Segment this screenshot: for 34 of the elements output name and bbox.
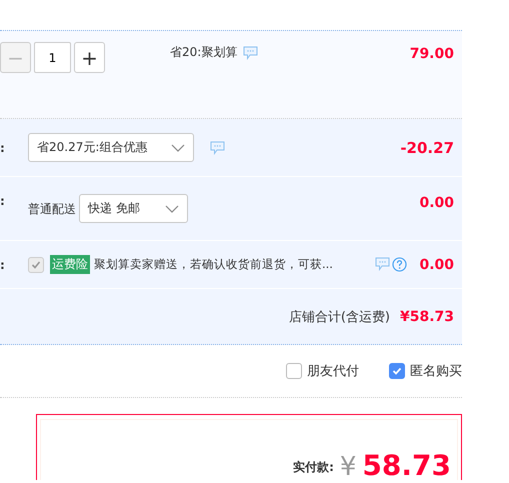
checkbox[interactable] — [286, 363, 302, 379]
option-checkbox[interactable]: 匿名购买 — [389, 362, 462, 380]
currency-symbol: ¥ — [340, 454, 356, 480]
discount-amount: -20.27 — [400, 138, 454, 156]
comment-icon[interactable] — [243, 46, 258, 60]
row-label: : — [0, 258, 6, 272]
row-label: : — [0, 194, 6, 208]
insurance-text: 聚划算卖家赠送，若确认收货前退货，可获... — [94, 257, 333, 272]
subtotal-label: 店铺合计(含运费) — [288, 308, 390, 326]
option-checkbox[interactable]: 朋友代付 — [286, 362, 359, 380]
discount-select[interactable]: 省20.27元:组合优惠 — [28, 133, 194, 162]
subtotal-amount: ¥58.73 — [400, 308, 454, 324]
caret-icon — [171, 144, 185, 152]
shipping-select[interactable]: 快递 免邮 — [79, 194, 188, 223]
check-icon — [31, 260, 41, 270]
payment-amount: 58.73 — [362, 452, 451, 480]
quantity-field[interactable]: 1 — [34, 42, 71, 73]
option-label: 匿名购买 — [410, 363, 462, 380]
help-icon[interactable] — [392, 257, 408, 272]
increase-button[interactable]: + — [74, 42, 105, 73]
promo-text: 省20:聚划算 — [170, 44, 238, 61]
caret-icon — [165, 204, 179, 212]
insurance-badge: 运费险 — [50, 255, 90, 274]
comment-icon[interactable] — [375, 257, 390, 271]
delivery-method: 普通配送 — [28, 201, 76, 218]
comment-icon[interactable] — [210, 140, 225, 154]
check-icon — [391, 365, 403, 377]
row-label: : — [0, 140, 6, 154]
item-price: 79.00 — [410, 46, 454, 62]
option-label: 朋友代付 — [307, 363, 359, 380]
checkbox[interactable] — [389, 363, 405, 379]
payment-label: 实付款: — [293, 459, 334, 476]
shipping-amount: 0.00 — [419, 195, 454, 211]
insurance-amount: 0.00 — [419, 256, 454, 272]
